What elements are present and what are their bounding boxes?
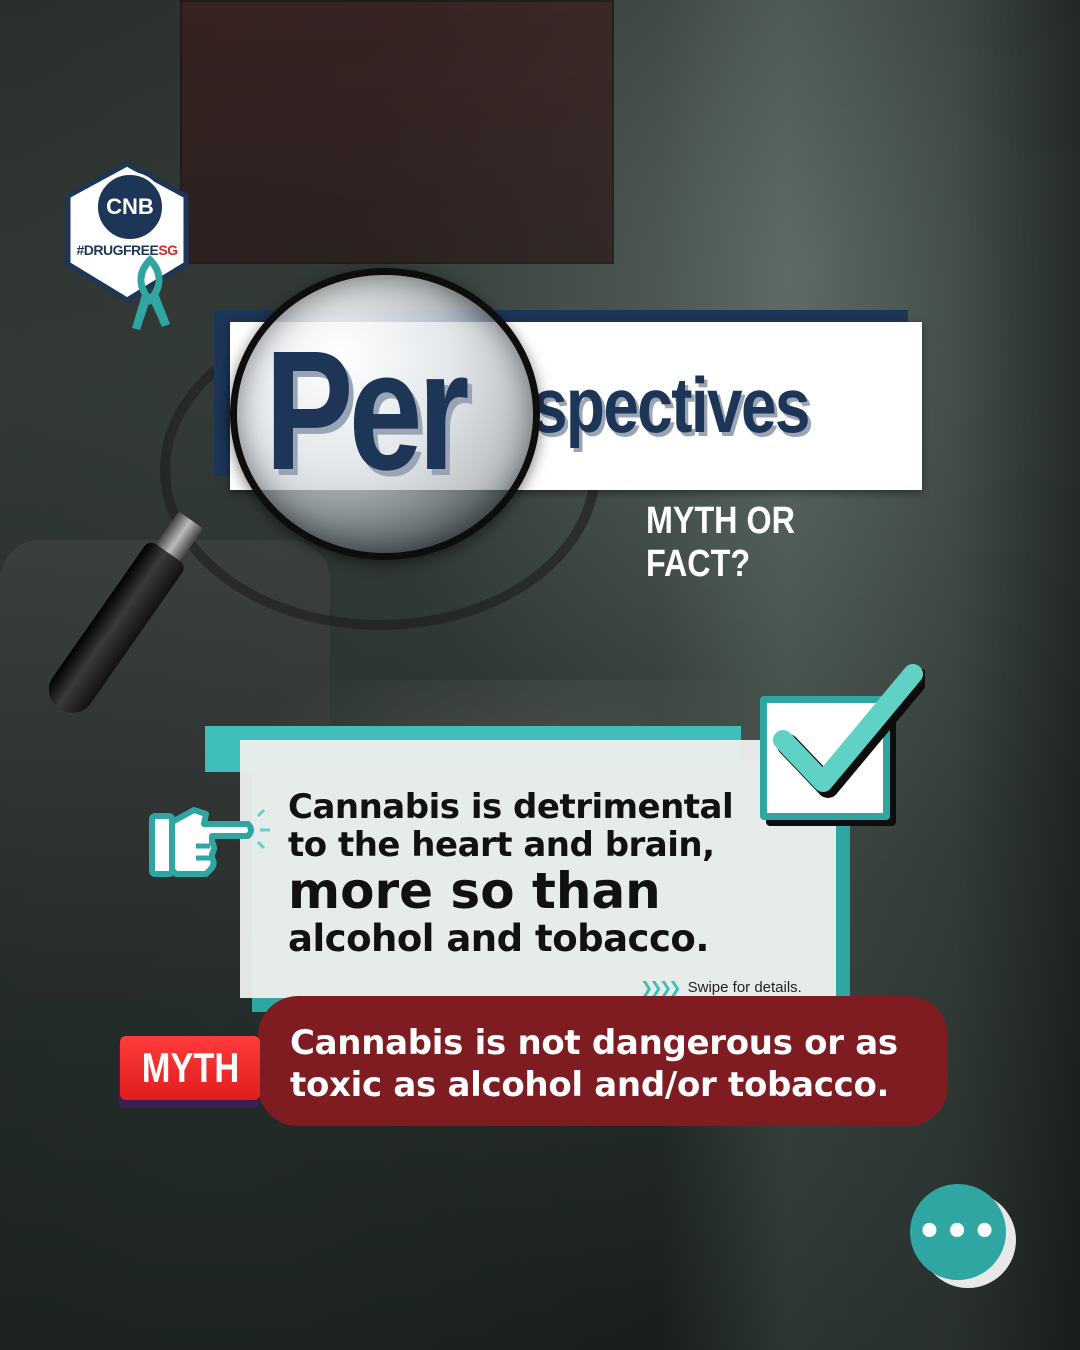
fact-line-2: to the heart and brain,	[288, 825, 715, 865]
logo-hashtag-main: #DRUGFREE	[76, 242, 159, 258]
pointing-hand-icon	[149, 807, 270, 877]
logo-cnb-circle: CNB	[95, 172, 165, 242]
myth-tag-label: MYTH	[141, 1044, 239, 1091]
logo-hashtag: #DRUGFREESG	[68, 242, 186, 258]
swipe-label: Swipe for details.	[687, 978, 802, 996]
myth-tag: MYTH	[120, 1036, 260, 1100]
magnifier-icon: Per	[230, 268, 540, 560]
fact-line-4: alcohol and tobacco.	[288, 917, 709, 960]
checkmark-icon	[773, 664, 925, 798]
subtitle: MYTH OR FACT?	[646, 500, 795, 585]
title-magnified: Per	[265, 316, 469, 506]
fact-text: Cannabis is detrimental to the heart and…	[288, 790, 788, 957]
background-panel	[180, 0, 614, 264]
swipe-hint[interactable]: ❯❯❯❯ Swipe for details.	[640, 976, 840, 998]
myth-text: Cannabis is not dangerous or as toxic as…	[290, 1023, 898, 1105]
cnb-logo: CNB #DRUGFREESG	[62, 160, 192, 330]
logo-hashtag-suffix: SG	[158, 242, 178, 258]
title-rest: spectives	[532, 361, 810, 449]
fact-line-3: more so than	[288, 862, 661, 920]
more-button[interactable]: •••	[910, 1184, 1006, 1280]
swipe-arrows-icon: ❯❯❯❯	[640, 977, 682, 997]
fact-line-1: Cannabis is detrimental	[288, 787, 734, 827]
more-icon: •••	[916, 1209, 1000, 1255]
